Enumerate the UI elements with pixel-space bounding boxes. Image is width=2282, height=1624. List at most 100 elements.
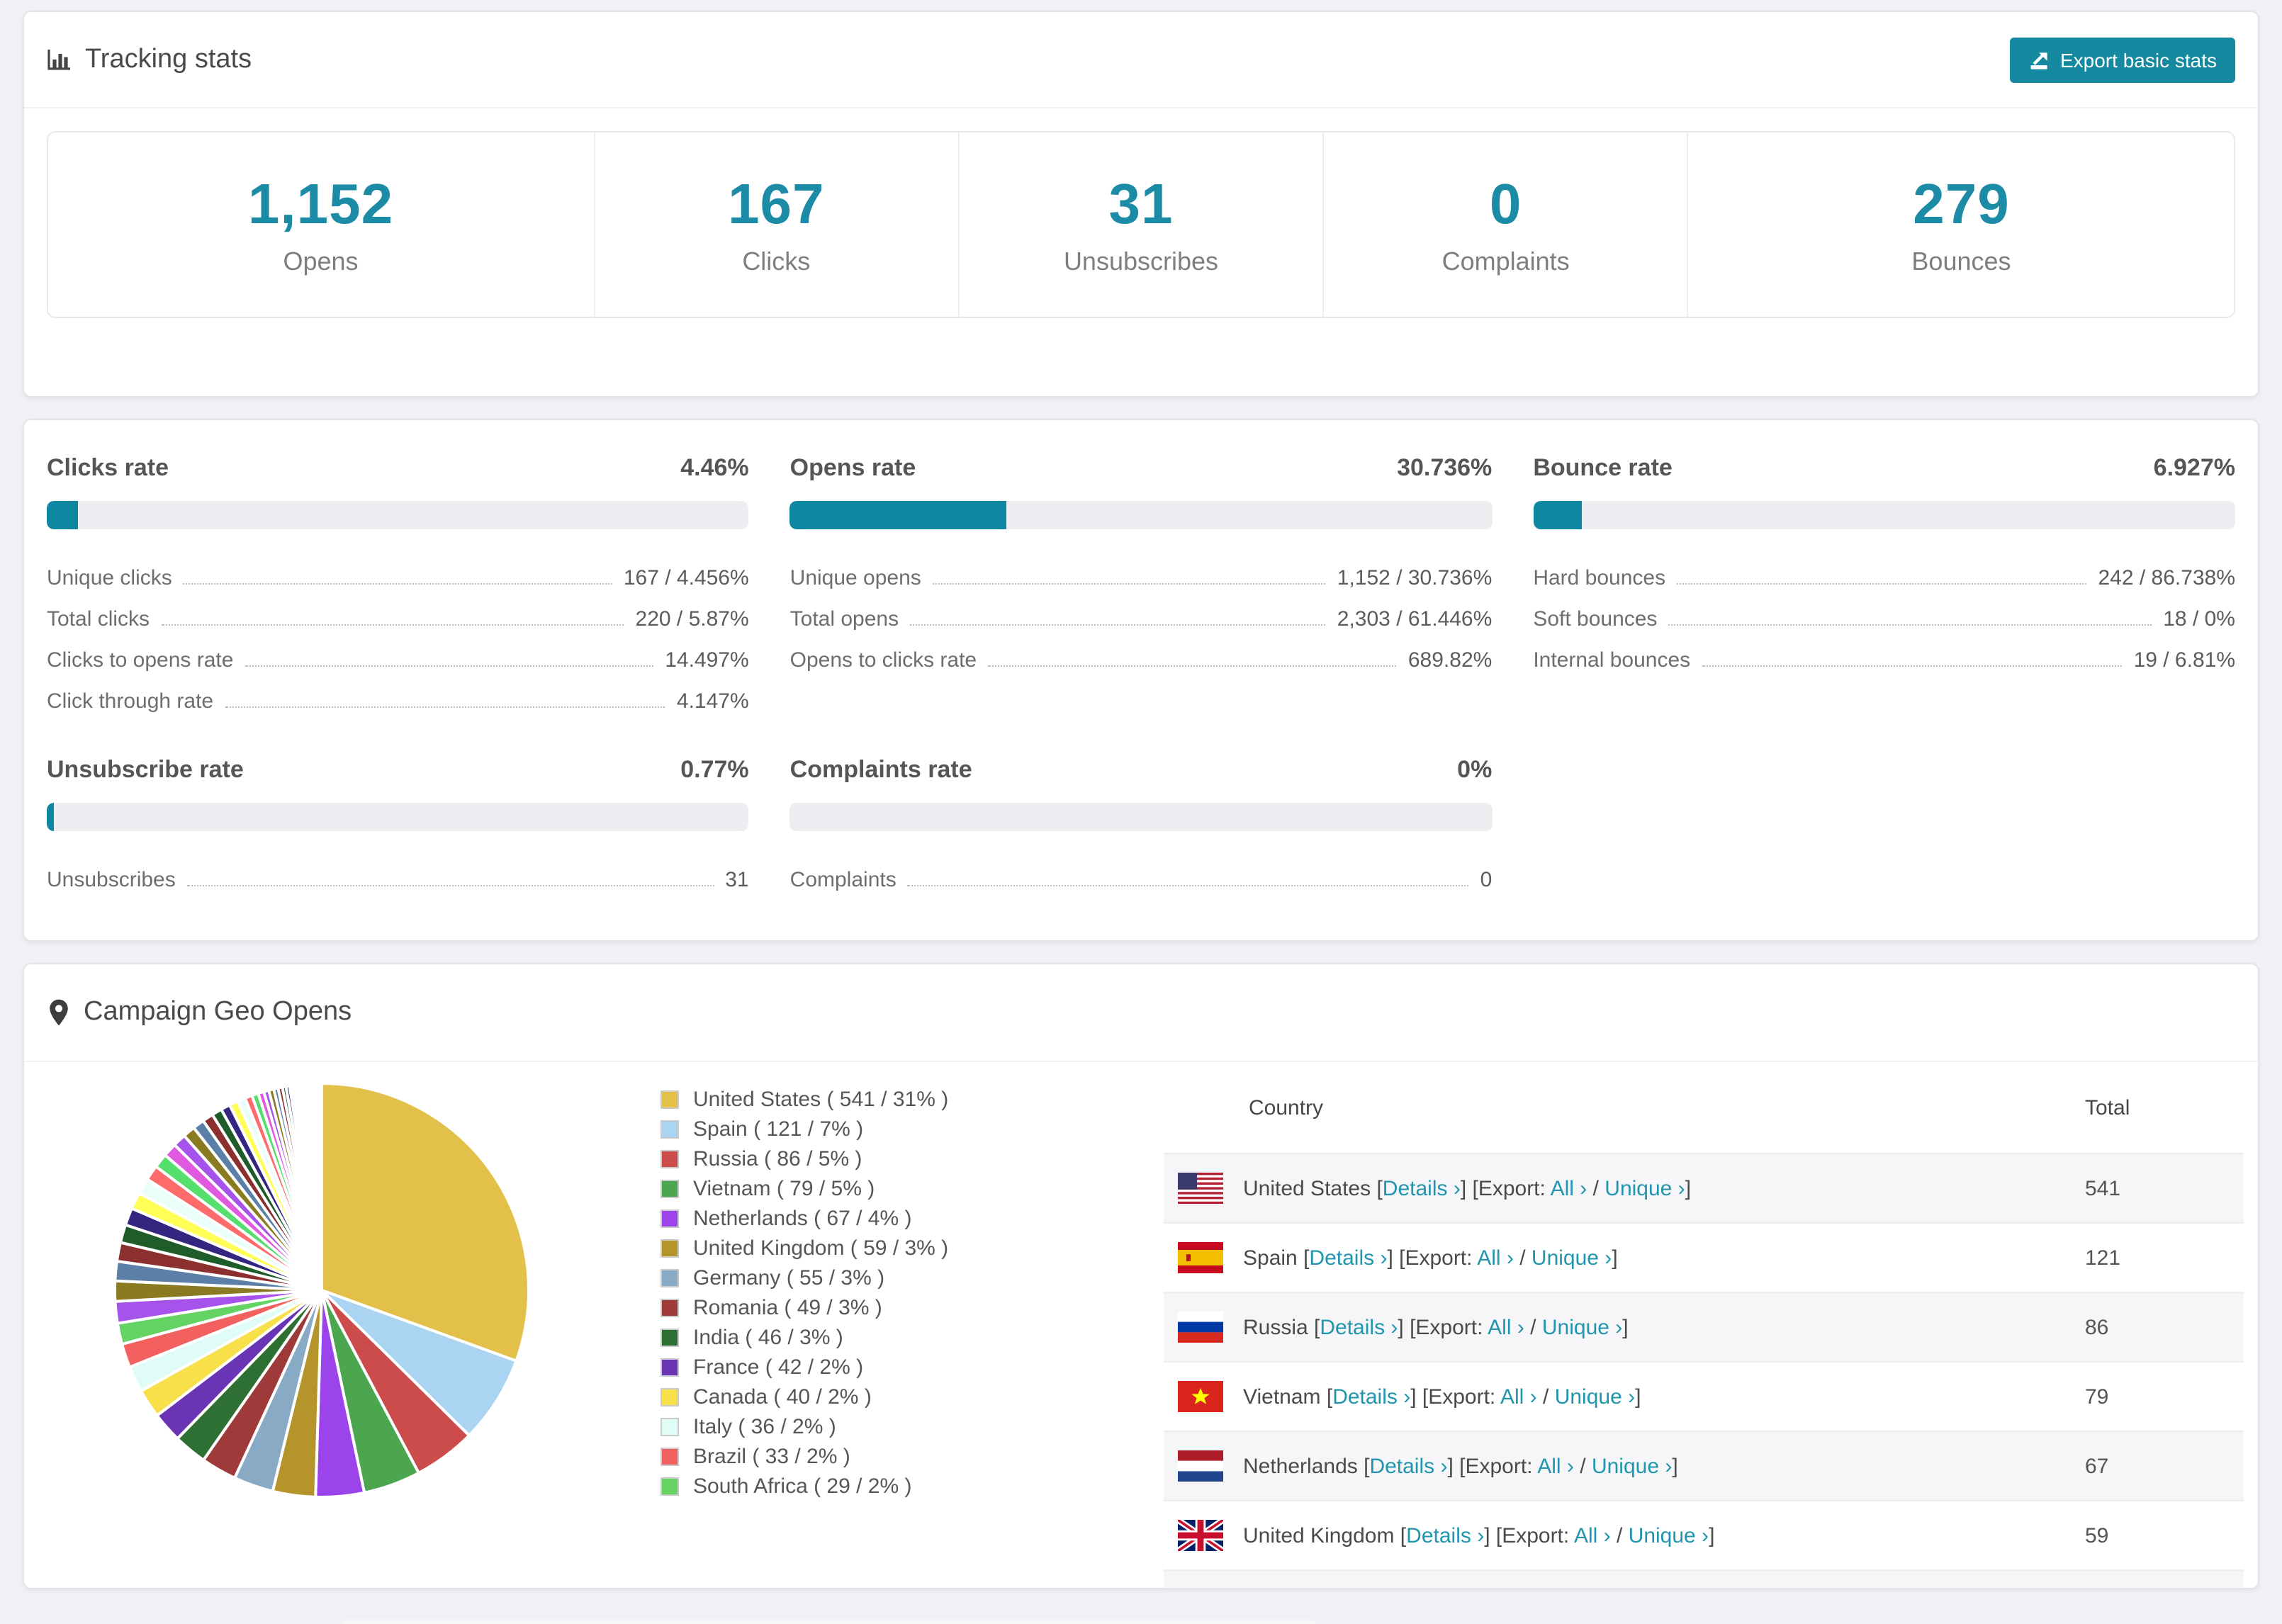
bracket-text: Vietnam [ (1243, 1385, 1333, 1409)
rate-head: Unsubscribe rate 0.77% (47, 756, 749, 784)
legend-swatch (661, 1418, 679, 1436)
legend-label: Vietnam ( 79 / 5% ) (693, 1177, 875, 1201)
detail-label: Unique opens (789, 566, 921, 590)
country-cell: Vietnam [Details ›] [Export: All › / Uni… (1243, 1385, 2085, 1409)
detail-label: Internal bounces (1533, 648, 1691, 672)
summary-label: Complaints (1441, 247, 1570, 275)
export-all-link[interactable]: All › (1500, 1385, 1537, 1409)
export-unique-link[interactable]: Unique › (1604, 1176, 1685, 1200)
page-title: Tracking stats (47, 44, 252, 75)
rate-value: 30.736% (1397, 454, 1493, 481)
detail-label: Unsubscribes (47, 868, 176, 892)
country-flag-icon (1178, 1312, 1223, 1343)
summary-label: Opens (283, 247, 359, 275)
rate-progress-fill (47, 803, 54, 831)
export-basic-stats-button[interactable]: Export basic stats (2009, 37, 2235, 82)
rate-value: 0.77% (680, 756, 749, 783)
export-all-link[interactable]: All › (1477, 1246, 1514, 1270)
bracket-text: ] [Export: (1387, 1246, 1478, 1270)
total-cell: 86 (2085, 1315, 2109, 1339)
rate-progress-track (789, 501, 1493, 529)
legend-label: Italy ( 36 / 2% ) (693, 1415, 836, 1439)
bracket-text: Netherlands [ (1243, 1454, 1370, 1478)
legend-swatch (661, 1299, 679, 1317)
legend-label: Netherlands ( 67 / 4% ) (693, 1207, 912, 1231)
country-flag-icon (1178, 1381, 1223, 1412)
geo-legend: United States ( 541 / 31% ) Spain ( 121 … (661, 1085, 948, 1501)
bracket-text: / (1536, 1385, 1555, 1409)
legend-swatch (661, 1388, 679, 1406)
rate-title: Bounce rate (1533, 454, 1673, 481)
legend-label: South Africa ( 29 / 2% ) (693, 1474, 912, 1499)
export-unique-link[interactable]: Unique › (1629, 1523, 1709, 1547)
rate-value: 6.927% (2153, 454, 2235, 481)
country-details-link[interactable]: Details › (1309, 1246, 1387, 1270)
dotted-leader (907, 885, 1469, 886)
total-cell: 541 (2085, 1176, 2121, 1200)
geo-title: Campaign Geo Opens (47, 997, 352, 1028)
detail-label: Clicks to opens rate (47, 648, 234, 672)
table-row: Vietnam [Details ›] [Export: All › / Uni… (1164, 1361, 2244, 1431)
legend-swatch (661, 1448, 679, 1466)
country-details-link[interactable]: Details › (1369, 1454, 1447, 1478)
legend-label: Romania ( 49 / 3% ) (693, 1296, 882, 1320)
legend-swatch (661, 1209, 679, 1228)
bottom-band (340, 1619, 1318, 1624)
legend-label: United Kingdom ( 59 / 3% ) (693, 1236, 949, 1261)
country-cell: United States [Details ›] [Export: All ›… (1243, 1176, 2085, 1200)
total-cell: 79 (2085, 1385, 2109, 1409)
rate-detail-rows: Complaints 0 (790, 851, 1493, 892)
export-unique-link[interactable]: Unique › (1592, 1454, 1672, 1478)
legend-label: Russia ( 86 / 5% ) (693, 1147, 862, 1171)
rate-progress-fill (47, 501, 79, 529)
rate-head: Bounce rate 6.927% (1533, 454, 2235, 483)
legend-item: Romania ( 49 / 3% ) (661, 1293, 948, 1323)
bracket-text: ] [Export: (1410, 1385, 1500, 1409)
country-details-link[interactable]: Details › (1383, 1176, 1461, 1200)
export-unique-link[interactable]: Unique › (1542, 1315, 1622, 1339)
summary-value: 0 (1489, 173, 1522, 235)
table-row: Netherlands [Details ›] [Export: All › /… (1164, 1431, 2244, 1500)
export-unique-link[interactable]: Unique › (1531, 1246, 1612, 1270)
export-all-link[interactable]: All › (1537, 1454, 1574, 1478)
export-unique-link[interactable]: Unique › (1555, 1385, 1635, 1409)
total-cell: 67 (2085, 1454, 2109, 1478)
country-details-link[interactable]: Details › (1406, 1523, 1484, 1547)
country-flag-icon (1178, 1450, 1223, 1482)
rate-detail-rows: Hard bounces 242 / 86.738% Soft bounces … (1533, 549, 2235, 672)
legend-item: Russia ( 86 / 5% ) (661, 1144, 948, 1174)
summary-stats-row: 1,152 Opens 167 Clicks 31 Unsubscribes 0… (47, 131, 2235, 318)
geo-body: United States ( 541 / 31% ) Spain ( 121 … (24, 1062, 2258, 1588)
summary-label: Bounces (1911, 247, 2011, 275)
rates-grid: Clicks rate 4.46% Unique clicks 167 / 4.… (24, 420, 2258, 935)
rate-detail-row: Total opens 2,303 / 61.446% (790, 590, 1493, 631)
export-all-link[interactable]: All › (1488, 1315, 1524, 1339)
export-all-link[interactable]: All › (1574, 1523, 1611, 1547)
country-flag-icon (1178, 1173, 1223, 1204)
rate-detail-row: Clicks to opens rate 14.497% (47, 631, 749, 672)
rate-section: Clicks rate 4.46% Unique clicks 167 / 4.… (47, 454, 749, 714)
legend-item: India ( 46 / 3% ) (661, 1323, 948, 1353)
legend-swatch (661, 1477, 679, 1496)
bracket-text: Spain [ (1243, 1246, 1310, 1270)
country-column-header: Country (1249, 1095, 1324, 1120)
export-all-link[interactable]: All › (1551, 1176, 1587, 1200)
summary-cell: 167 Clicks (593, 132, 958, 317)
country-details-link[interactable]: Details › (1332, 1385, 1410, 1409)
summary-cell: 0 Complaints (1322, 132, 1687, 317)
rate-value: 4.46% (680, 454, 749, 481)
summary-value: 167 (728, 173, 825, 235)
rate-progress-fill (789, 501, 1006, 529)
dotted-leader (244, 665, 654, 667)
country-details-link[interactable]: Details › (1320, 1315, 1398, 1339)
detail-value: 167 / 4.456% (623, 566, 749, 590)
bracket-text: United States [ (1243, 1176, 1383, 1200)
geo-title-text: Campaign Geo Opens (84, 997, 352, 1027)
summary-value: 31 (1108, 173, 1174, 235)
rate-detail-row: Unsubscribes 31 (47, 851, 749, 892)
legend-item: United States ( 541 / 31% ) (661, 1085, 948, 1115)
bracket-text: ] (1612, 1246, 1618, 1270)
dotted-leader (183, 583, 612, 585)
rate-detail-row: Click through rate 4.147% (47, 672, 749, 714)
legend-item: Germany ( 55 / 3% ) (661, 1263, 948, 1293)
